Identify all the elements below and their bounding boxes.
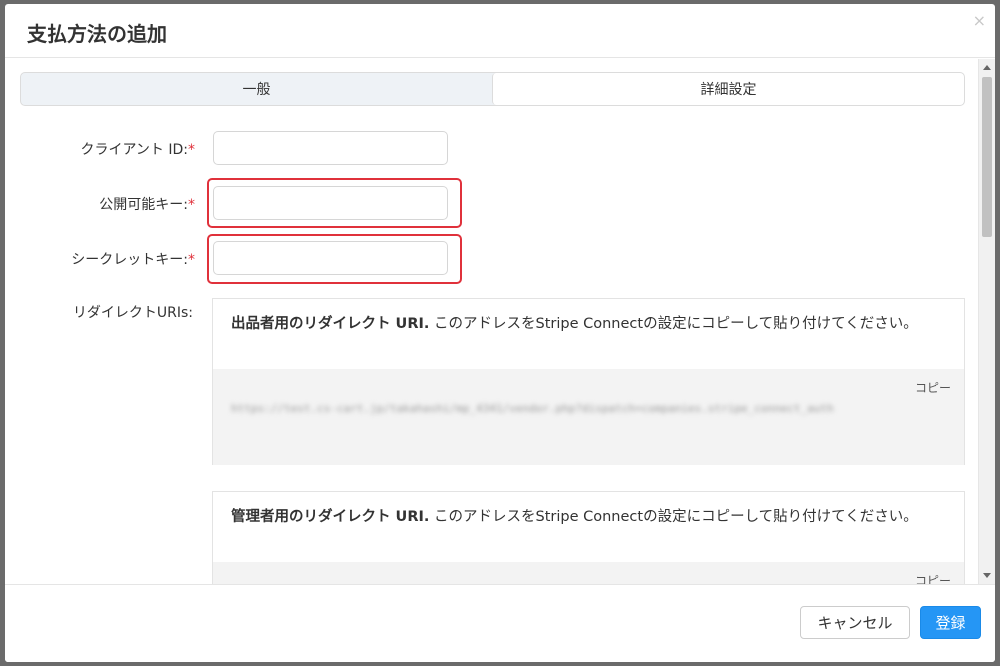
- admin-copy-button[interactable]: コピー: [915, 572, 951, 584]
- required-mark: *: [188, 142, 195, 158]
- highlight-frame-secret-key: [207, 234, 462, 284]
- secret-key-label: シークレットキー:*: [71, 252, 195, 268]
- vendor-redirect-uri-code: コピー https://test.cs-cart.jp/takahashi/mp…: [213, 369, 964, 465]
- admin-redirect-uri-title: 管理者用のリダイレクト URI.: [231, 509, 430, 525]
- dialog-body: 一般 詳細設定 クライアント ID:* 公開可能キー:* シークレットキー:* …: [5, 59, 995, 584]
- client-id-input[interactable]: [213, 131, 448, 165]
- vendor-redirect-uri-title: 出品者用のリダイレクト URI.: [231, 316, 430, 332]
- dialog-footer: キャンセル 登録: [5, 584, 995, 662]
- cancel-button[interactable]: キャンセル: [800, 606, 910, 639]
- publishable-key-label: 公開可能キー:*: [99, 197, 195, 213]
- required-mark: *: [188, 197, 195, 213]
- tab-bar: 一般 詳細設定: [20, 72, 965, 106]
- vertical-scrollbar[interactable]: [978, 59, 995, 584]
- highlight-frame-publishable-key: [207, 178, 462, 228]
- scrollbar-thumb[interactable]: [982, 77, 992, 237]
- vendor-copy-button[interactable]: コピー: [915, 379, 951, 396]
- tab-advanced-settings[interactable]: 詳細設定: [492, 73, 964, 105]
- admin-redirect-uri-code: コピー: [213, 562, 964, 584]
- vendor-redirect-uri-value: https://test.cs-cart.jp/takahashi/mp_434…: [231, 402, 834, 415]
- vendor-redirect-uri-description: 出品者用のリダイレクト URI. このアドレスをStripe Connectの設…: [231, 316, 918, 332]
- dialog-header: 支払方法の追加 ×: [5, 4, 995, 58]
- tab-general[interactable]: 一般: [21, 73, 492, 105]
- dialog-title: 支払方法の追加: [27, 22, 167, 46]
- add-payment-method-dialog: 支払方法の追加 × 一般 詳細設定 クライアント ID:* 公開可能キー:* シ…: [5, 4, 995, 662]
- scroll-up-arrow-icon[interactable]: [983, 65, 991, 70]
- client-id-label: クライアント ID:*: [80, 142, 195, 158]
- close-icon[interactable]: ×: [973, 11, 986, 30]
- dialog-content: 一般 詳細設定 クライアント ID:* 公開可能キー:* シークレットキー:* …: [5, 59, 978, 584]
- admin-redirect-uri-box: 管理者用のリダイレクト URI. このアドレスをStripe Connectの設…: [212, 491, 965, 584]
- scroll-down-arrow-icon[interactable]: [983, 573, 991, 578]
- vendor-redirect-uri-box: 出品者用のリダイレクト URI. このアドレスをStripe Connectの設…: [212, 298, 965, 465]
- required-mark: *: [188, 252, 195, 268]
- register-button[interactable]: 登録: [920, 606, 981, 639]
- redirect-uris-label: リダイレクトURIs:: [72, 305, 193, 321]
- admin-redirect-uri-description: 管理者用のリダイレクト URI. このアドレスをStripe Connectの設…: [231, 509, 918, 525]
